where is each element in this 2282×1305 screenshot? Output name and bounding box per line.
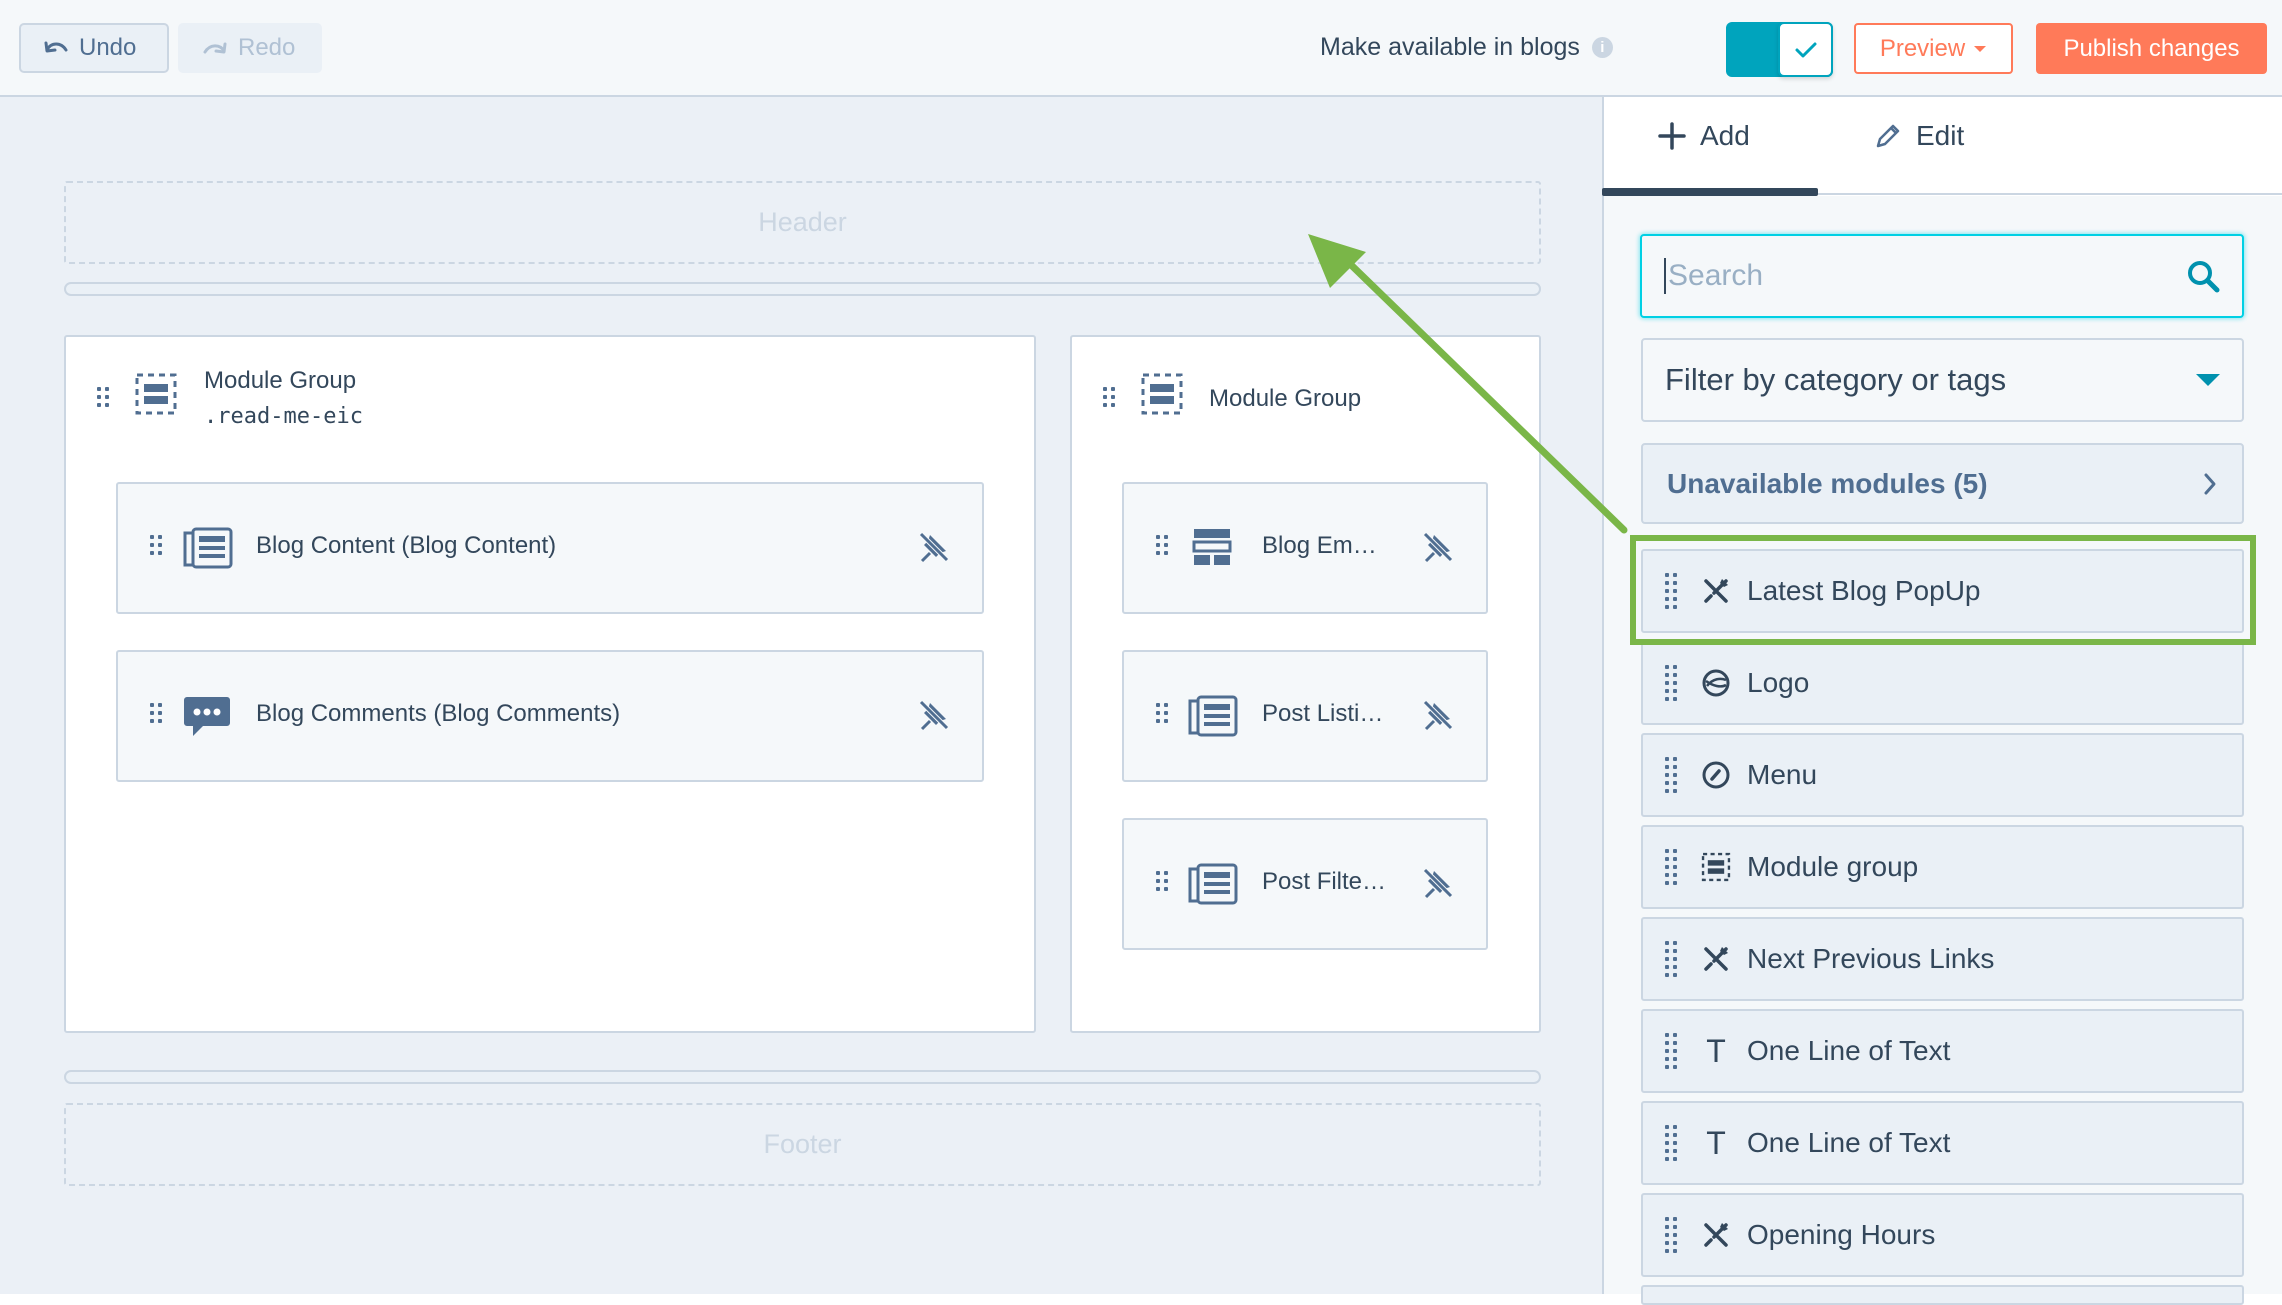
unpin-icon[interactable]: [918, 699, 950, 731]
module-label: Blog Comments (Blog Comments): [256, 700, 621, 727]
module-group-icon: [1699, 852, 1733, 882]
drag-handle-icon[interactable]: [1665, 1033, 1677, 1069]
make-available-setting: Make available in blogs i: [1320, 33, 1613, 62]
list-item-logo[interactable]: Logo: [1641, 641, 2244, 725]
logo-icon: [1699, 668, 1733, 698]
module-group-icon: [135, 373, 177, 415]
blog-content-icon: [183, 527, 233, 569]
unavailable-label: Unavailable modules (5): [1667, 467, 1988, 499]
caret-down-icon: [1974, 45, 1987, 52]
annotation-arrow-icon: [1308, 234, 1628, 534]
publish-changes-button[interactable]: Publish changes: [2036, 23, 2267, 74]
search-placeholder: Search: [1668, 259, 1764, 292]
chevron-right-icon: [2204, 473, 2216, 494]
module-label: Blog Content (Blog Content): [256, 532, 557, 559]
drag-handle-icon[interactable]: [1665, 665, 1677, 701]
search-icon[interactable]: [2186, 259, 2220, 293]
drag-handle-icon[interactable]: [1103, 387, 1115, 407]
list-item-label: Menu: [1747, 759, 1818, 790]
footer-region[interactable]: Footer: [64, 1103, 1541, 1186]
module-group-title: Module Group: [204, 367, 357, 394]
list-item-label: Module group: [1747, 851, 1919, 882]
list-item-label: One Line of Text: [1747, 1035, 1951, 1066]
redo-button[interactable]: Redo: [178, 23, 322, 73]
list-item-one-line-of-text[interactable]: T One Line of Text: [1641, 1009, 2244, 1093]
list-item-module-group[interactable]: Module group: [1641, 825, 2244, 909]
unpin-icon[interactable]: [1422, 699, 1454, 731]
publish-label: Publish changes: [2063, 34, 2240, 62]
tab-add[interactable]: Add: [1658, 120, 1750, 152]
list-item-menu[interactable]: Menu: [1641, 733, 2244, 817]
module-label: Post Filte…: [1262, 868, 1387, 895]
unpin-icon[interactable]: [918, 531, 950, 563]
chevron-down-icon: [2196, 374, 2220, 386]
preview-button[interactable]: Preview: [1854, 23, 2013, 74]
drag-handle-icon[interactable]: [97, 387, 109, 407]
unavailable-modules-button[interactable]: Unavailable modules (5): [1641, 443, 2244, 524]
undo-icon: [44, 41, 68, 53]
module-group-class: .read-me-eic: [204, 404, 363, 429]
list-item-label: Logo: [1747, 667, 1810, 698]
compass-icon: [1699, 760, 1733, 790]
tab-edit[interactable]: Edit: [1874, 120, 1964, 152]
filter-label: Filter by category or tags: [1665, 362, 2007, 397]
make-available-label: Make available in blogs: [1320, 33, 1580, 61]
text-caret: [1664, 258, 1666, 294]
drag-handle-icon[interactable]: [1665, 1217, 1677, 1253]
list-item-next-previous-links[interactable]: Next Previous Links: [1641, 917, 2244, 1001]
drag-handle-icon[interactable]: [150, 535, 162, 555]
list-item-label: Next Previous Links: [1747, 943, 1995, 974]
blog-content-icon: [1188, 695, 1238, 737]
drag-handle-icon[interactable]: [1156, 871, 1168, 891]
list-item-one-line-of-text[interactable]: T One Line of Text: [1641, 1101, 2244, 1185]
redo-icon: [203, 42, 227, 54]
info-icon[interactable]: i: [1591, 37, 1613, 58]
header-label: Header: [758, 207, 847, 237]
drag-handle-icon[interactable]: [1665, 849, 1677, 885]
annotation-highlight-box: [1630, 535, 2256, 645]
redo-label: Redo: [238, 34, 296, 61]
module-group-icon: [1141, 373, 1183, 415]
toggle-knob[interactable]: [1778, 22, 1833, 77]
drag-handle-icon[interactable]: [150, 703, 162, 723]
drag-handle-icon[interactable]: [1665, 757, 1677, 793]
list-item-label: Opening Hours: [1747, 1219, 1936, 1250]
footer-label: Footer: [763, 1129, 842, 1159]
preview-label: Preview: [1879, 34, 1966, 62]
drag-handle-icon[interactable]: [1665, 1125, 1677, 1161]
undo-label: Undo: [79, 34, 137, 61]
tools-icon: [1699, 945, 1733, 973]
drag-handle-icon[interactable]: [1665, 941, 1677, 977]
filter-dropdown[interactable]: Filter by category or tags: [1641, 338, 2244, 422]
list-item-opening-hours[interactable]: Opening Hours: [1641, 1193, 2244, 1277]
drag-handle-icon[interactable]: [1156, 703, 1168, 723]
text-icon: T: [1706, 1124, 1726, 1161]
tab-add-label: Add: [1700, 120, 1750, 151]
footer-drop-bar[interactable]: [64, 1070, 1541, 1084]
search-input[interactable]: Search: [1640, 234, 2244, 318]
checkmark-icon: [1795, 42, 1816, 57]
blog-email-icon: [1192, 529, 1232, 565]
tab-edit-label: Edit: [1916, 120, 1965, 151]
text-icon: T: [1706, 1032, 1726, 1069]
tab-divider: [1818, 193, 2282, 195]
tools-icon: [1699, 1221, 1733, 1249]
list-item-label: One Line of Text: [1747, 1127, 1951, 1158]
pencil-icon: [1876, 124, 1900, 148]
comments-icon: [184, 697, 230, 736]
drag-handle-icon[interactable]: [1156, 535, 1168, 555]
unpin-icon[interactable]: [1422, 867, 1454, 899]
list-item[interactable]: [1641, 1285, 2244, 1305]
plus-icon: [1658, 122, 1686, 150]
active-tab-indicator: [1602, 188, 1818, 196]
undo-button[interactable]: Undo: [19, 23, 169, 73]
module-label: Post Listi…: [1262, 700, 1384, 727]
blog-content-icon: [1188, 863, 1238, 905]
